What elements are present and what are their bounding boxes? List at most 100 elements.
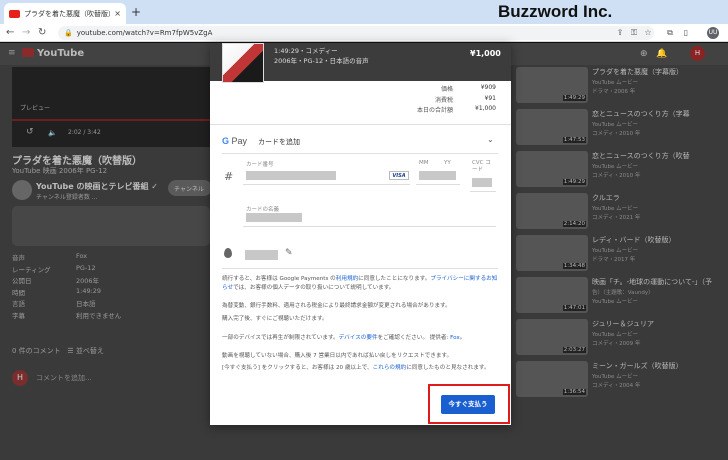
tab-close-icon[interactable]: × xyxy=(114,9,121,18)
highlight-box xyxy=(428,384,510,424)
comments-header: 0 件のコメント ☰ 並べ替え xyxy=(12,346,104,356)
reload-icon[interactable]: ↻ xyxy=(38,24,46,42)
info-key: 公開日 xyxy=(12,277,32,285)
edit-pencil-icon[interactable]: ✎ xyxy=(285,248,293,258)
player-preview-label: プレビュー xyxy=(20,105,51,112)
video-player[interactable]: プレビュー ↺ 🔈 2:02 / 3:42 xyxy=(12,67,210,147)
card-number-label: カード番号 xyxy=(246,162,274,168)
movie-duration-genre: 1:49:29・コメディー xyxy=(274,47,338,55)
star-icon[interactable]: ☆ xyxy=(642,26,654,40)
related-video-item[interactable]: 2:14:20 クルエラ YouTube ムービー コメディ・2021 年 xyxy=(516,193,728,233)
related-thumbnail[interactable]: 1:34:48 xyxy=(516,235,588,271)
device-requirements-link[interactable]: デバイスの要件 xyxy=(339,335,378,341)
channel-button-label: チャンネル xyxy=(174,186,204,193)
related-meta: YouTube ムービー xyxy=(592,206,639,212)
related-thumbnail[interactable]: 2:03:27 xyxy=(516,319,588,355)
these-terms-link[interactable]: これらの規約 xyxy=(373,365,407,371)
field-underline xyxy=(470,191,496,192)
related-meta: YouTube ムービー xyxy=(592,164,639,170)
url-text: youtube.com/watch?v=Rm7fpW5vZgA xyxy=(76,29,213,37)
puzzle-icon[interactable]: ⧉ xyxy=(664,26,676,40)
related-duration: 2:14:20 xyxy=(562,221,586,227)
menu-icon[interactable]: ≡ xyxy=(8,48,16,58)
new-tab-button[interactable]: + xyxy=(131,5,141,19)
progress-bar[interactable] xyxy=(12,119,210,121)
share-icon[interactable]: ⇪ xyxy=(614,26,626,40)
related-meta: コメディ・2009 年 xyxy=(592,341,641,347)
visa-icon: VISA xyxy=(389,171,409,180)
related-title: ミーン・ガールズ（吹替版） xyxy=(592,362,683,370)
cvc-label: CVC コード xyxy=(472,160,491,173)
related-video-item[interactable]: 2:03:27 ジュリー＆ジュリア YouTube ムービー コメディ・2009 年 xyxy=(516,319,728,359)
info-value: Fox xyxy=(76,252,88,260)
related-video-item[interactable]: 1:47:53 恋とニュースのつくり方（字幕 YouTube ムービー コメディ・20… xyxy=(516,109,728,149)
related-video-item[interactable]: 1:47:01 映画「チ。-地球の運動について-」（予 告）（主題歌：Vaundy）… xyxy=(516,277,728,317)
movie-poster xyxy=(222,43,264,83)
sort-label: 並べ替え xyxy=(75,347,104,355)
related-meta: コメディ・2010 年 xyxy=(592,173,641,179)
sidebar-icon[interactable]: ▯ xyxy=(680,26,692,40)
sort-button[interactable]: ☰ 並べ替え xyxy=(67,347,104,355)
cost-value-total: ¥1,000 xyxy=(475,105,496,112)
related-video-item[interactable]: 1:34:48 レディ・バード（吹替版） YouTube ムービー ドラマ・2017 … xyxy=(516,235,728,275)
expiry-field[interactable] xyxy=(419,171,456,180)
related-thumbnail[interactable]: 1:47:53 xyxy=(516,109,588,145)
forward-icon[interactable]: → xyxy=(22,24,30,42)
refund-notice: 動画を視聴していない場合、購入後 7 営業日以内であれば払い戻しをリクエストでき… xyxy=(222,353,453,359)
related-meta: YouTube ムービー xyxy=(592,332,639,338)
youtube-logo-icon xyxy=(22,48,34,57)
info-table: 音声 Fox レーティング PG-12 公開日 2006年 時間 1:49:29 言語 日本語 字幕… xyxy=(12,252,210,321)
card-number-field[interactable] xyxy=(246,171,336,180)
cvc-field[interactable] xyxy=(472,178,492,187)
back-icon[interactable]: ← xyxy=(6,24,14,42)
yy-label: YY xyxy=(444,160,451,166)
info-key: 字幕 xyxy=(12,311,25,320)
related-video-item[interactable]: 1:36:54 ミーン・ガールズ（吹替版） YouTube ムービー コメディ・200… xyxy=(516,361,728,401)
related-meta: YouTube ムービー xyxy=(592,299,639,305)
cardholder-field[interactable] xyxy=(246,213,302,222)
provider-link[interactable]: Fox xyxy=(450,335,460,341)
info-value: 日本語 xyxy=(76,300,96,308)
youtube-avatar[interactable]: H xyxy=(690,46,705,61)
related-meta: 告）（主題歌：Vaundy） xyxy=(592,290,654,296)
browser-tab[interactable]: プラダを着た悪魔（吹替版） - Yo × xyxy=(4,3,126,24)
replay-icon[interactable]: ↺ xyxy=(26,127,34,137)
watermark: Buzzword Inc. xyxy=(498,2,613,21)
cost-value-price: ¥909 xyxy=(480,84,496,91)
cost-label-total: 本日の合計額 xyxy=(416,107,453,114)
profile-avatar[interactable]: UU xyxy=(707,27,719,39)
related-thumbnail[interactable]: 1:49:29 xyxy=(516,67,588,103)
related-thumbnail[interactable]: 1:36:54 xyxy=(516,361,588,397)
related-title: 映画「チ。-地球の運動について-」（予 xyxy=(592,278,712,286)
terms-link[interactable]: 利用規約 xyxy=(336,276,358,282)
gpay-logo: G Pay xyxy=(222,136,248,146)
related-duration: 1:49:29 xyxy=(562,95,586,101)
comment-avatar: H xyxy=(12,370,28,386)
related-duration: 1:47:01 xyxy=(562,305,586,311)
key-icon[interactable]: ⚿ xyxy=(628,26,640,40)
related-thumbnail[interactable]: 1:47:01 xyxy=(516,277,588,313)
related-video-item[interactable]: 1:49:29 恋とニュースのつくり方（吹替 YouTube ムービー コメディ・20… xyxy=(516,151,728,191)
chevron-down-icon[interactable]: ⌄ xyxy=(487,135,494,144)
channel-avatar[interactable] xyxy=(12,180,32,200)
related-meta: YouTube ムービー xyxy=(592,122,639,128)
tab-title: プラダを着た悪魔（吹替版） - Yo xyxy=(24,9,111,18)
related-title: 恋とニュースのつくり方（字幕 xyxy=(592,110,690,118)
related-meta: コメディ・2010 年 xyxy=(592,131,641,137)
header-price: ¥1,000 xyxy=(470,49,501,58)
related-meta: コメディ・2021 年 xyxy=(592,215,641,221)
comment-input[interactable]: コメントを追加... xyxy=(36,373,92,383)
location-pin-icon xyxy=(224,248,232,258)
related-thumbnail[interactable]: 2:14:20 xyxy=(516,193,588,229)
channel-name[interactable]: YouTube の映画とテレビ番組 ✓ xyxy=(36,181,158,192)
url-bar[interactable]: 🔒 youtube.com/watch?v=Rm7fpW5vZgA xyxy=(58,26,654,40)
youtube-logo[interactable]: YouTube xyxy=(22,48,84,59)
fx-notice: 為替変動、銀行手数料、適用される税金により最終請求金額が変更される場合があります… xyxy=(222,303,451,309)
add-card-selector[interactable]: カードを追加 xyxy=(258,137,300,147)
volume-icon[interactable]: 🔈 xyxy=(48,129,57,137)
related-thumbnail[interactable]: 1:49:29 xyxy=(516,151,588,187)
cost-label-tax: 消費税 xyxy=(434,97,453,104)
related-video-item[interactable]: 1:49:29 プラダを着た悪魔（字幕版） YouTube ムービー ドラマ・2006… xyxy=(516,67,728,107)
related-meta: ドラマ・2006 年 xyxy=(592,89,636,95)
description-box[interactable] xyxy=(12,206,210,246)
